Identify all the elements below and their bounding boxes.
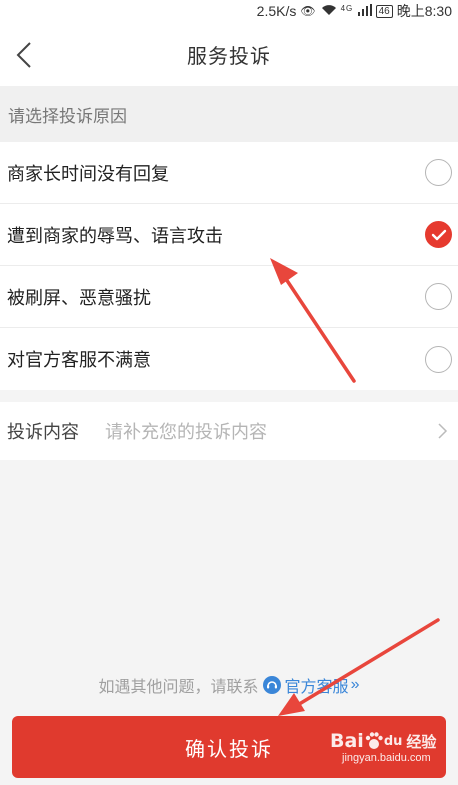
- watermark-url: jingyan.baidu.com: [342, 752, 431, 764]
- watermark-brand-left: Bai: [330, 730, 364, 752]
- status-bar: 2.5K/s 👁 4G 46 晚上8:30: [0, 0, 458, 22]
- help-line: 如遇其他问题，请联系 官方客服 »: [0, 672, 458, 698]
- radio-checked-icon[interactable]: [425, 221, 452, 248]
- watermark-brand-right: du: [383, 733, 403, 749]
- content-placeholder: 请补充您的投诉内容: [105, 422, 267, 442]
- customer-service-icon: [262, 676, 281, 694]
- nav-bar: 服务投诉: [0, 22, 458, 86]
- official-service-label: 官方客服: [284, 679, 349, 696]
- radio-unchecked-icon[interactable]: [425, 283, 452, 310]
- reason-option[interactable]: 商家长时间没有回复: [0, 142, 458, 204]
- radio-unchecked-icon[interactable]: [425, 345, 452, 373]
- battery-level: 46: [378, 5, 390, 17]
- page-title: 服务投诉: [187, 45, 271, 68]
- annotation-arrow-button: [278, 618, 440, 716]
- wifi-icon: [321, 4, 337, 19]
- reason-list: 商家长时间没有回复 遭到商家的辱骂、语言攻击 被刷屏、恶意骚扰 对官方客服不满意: [0, 142, 458, 390]
- reason-option[interactable]: 遭到商家的辱骂、语言攻击: [0, 204, 458, 266]
- clock: 晚上8:30: [396, 3, 452, 19]
- radio-unchecked-icon[interactable]: [425, 159, 452, 186]
- reason-option[interactable]: 对官方客服不满意: [0, 328, 458, 390]
- reason-label: 遭到商家的辱骂、语言攻击: [7, 225, 223, 246]
- network-speed: 2.5K/s: [256, 3, 297, 19]
- watermark-cn: 经验: [406, 732, 437, 751]
- reason-label: 商家长时间没有回复: [7, 163, 169, 184]
- reason-option[interactable]: 被刷屏、恶意骚扰: [0, 266, 458, 328]
- help-text: 如遇其他问题，请联系: [98, 679, 259, 696]
- double-chevron-icon: »: [350, 676, 360, 693]
- signal-icon: 4G: [340, 3, 372, 19]
- reason-label: 对官方客服不满意: [7, 350, 151, 370]
- battery-icon: 46: [375, 4, 393, 18]
- content-label: 投诉内容: [7, 422, 79, 442]
- complaint-content-field[interactable]: 投诉内容 请补充您的投诉内容: [0, 402, 458, 460]
- network-type: 4G: [340, 3, 354, 13]
- baidu-jingyan-watermark: Bai du 经验 jingyan.baidu.com: [330, 730, 456, 778]
- eye-icon: 👁: [300, 4, 317, 18]
- back-arrow-icon[interactable]: [12, 40, 40, 70]
- chevron-right-icon: [438, 423, 448, 439]
- official-service-link[interactable]: 官方客服 »: [262, 673, 360, 697]
- reasons-header: 请选择投诉原因: [0, 86, 458, 142]
- reason-label: 被刷屏、恶意骚扰: [7, 287, 151, 308]
- paw-icon: [365, 732, 383, 749]
